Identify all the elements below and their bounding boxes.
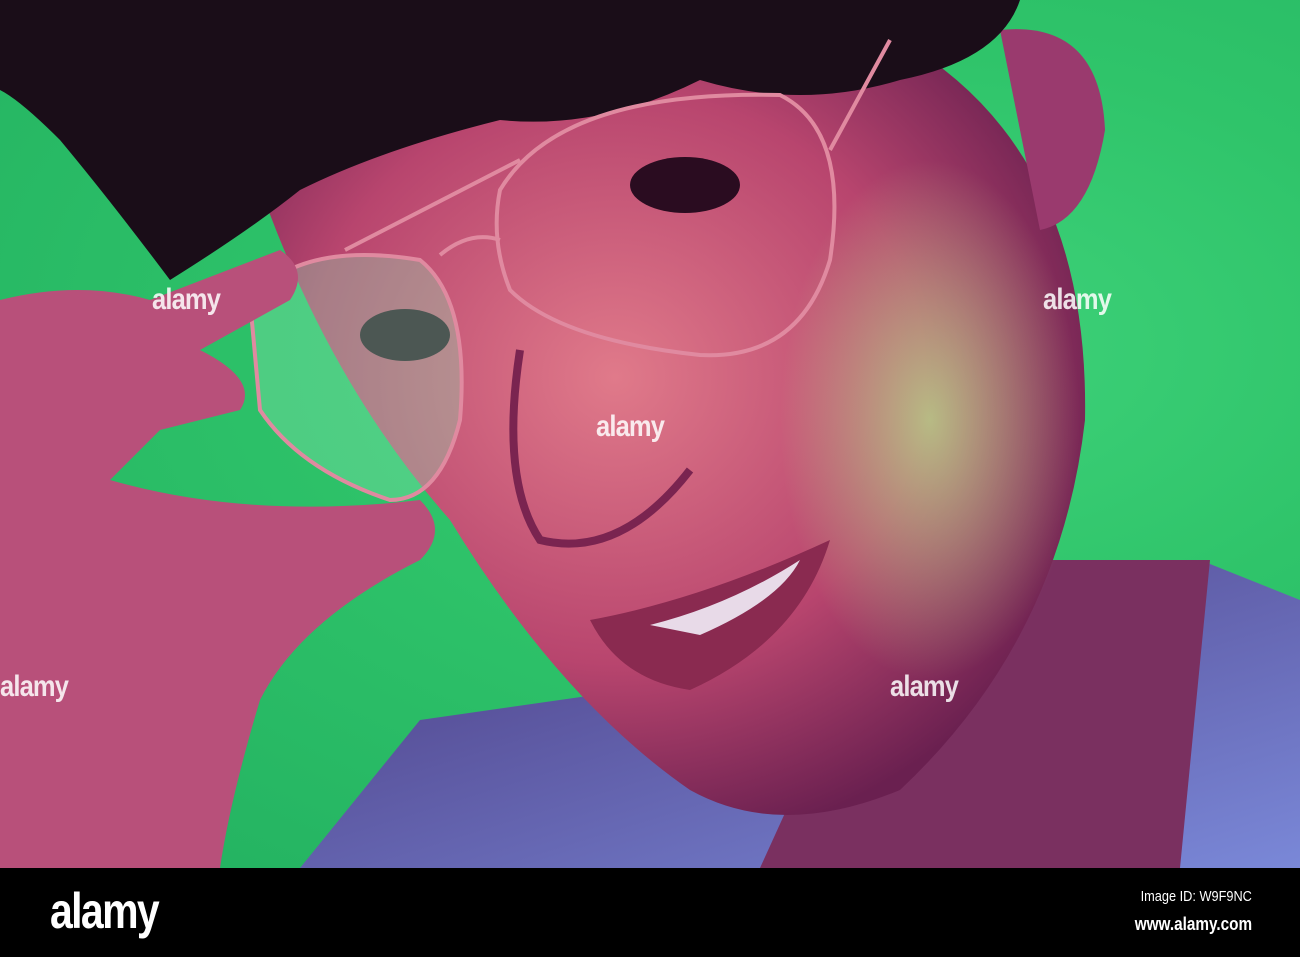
watermark: alamy bbox=[1043, 283, 1112, 316]
face-paint bbox=[780, 160, 1080, 680]
alamy-logo: alamy bbox=[50, 883, 160, 939]
image-id: Image ID: W9F9NC bbox=[1140, 888, 1252, 905]
stock-photo-page: alamy alamy alamy alamy alamy alamy Imag… bbox=[0, 0, 1300, 957]
portrait-photo: alamy alamy alamy alamy alamy bbox=[0, 0, 1300, 868]
eye-right bbox=[630, 157, 740, 213]
watermark: alamy bbox=[0, 670, 69, 703]
site-url: www.alamy.com bbox=[1134, 914, 1252, 934]
footer-bar: alamy Image ID: W9F9NC www.alamy.com bbox=[0, 868, 1300, 957]
watermark: alamy bbox=[890, 670, 959, 703]
watermark: alamy bbox=[596, 410, 665, 443]
watermark: alamy bbox=[152, 283, 221, 316]
